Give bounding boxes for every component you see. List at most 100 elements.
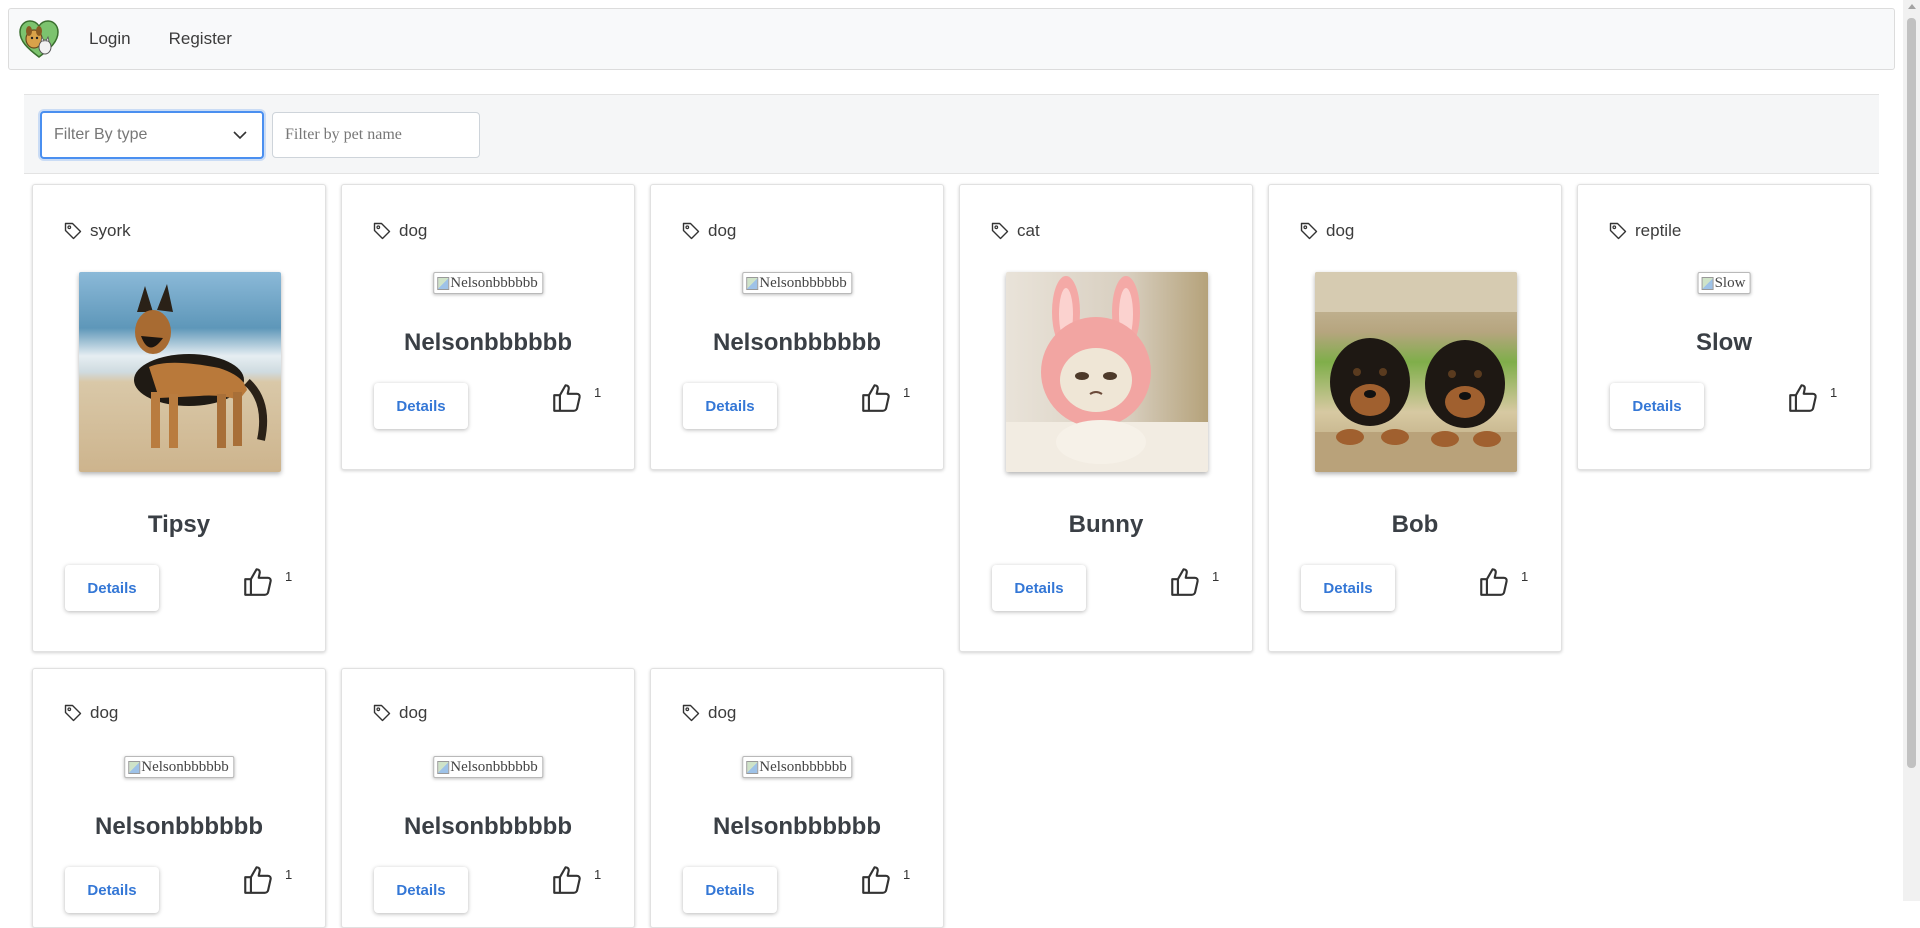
broken-image-alt: Nelsonbbbbbb <box>433 756 543 778</box>
details-button[interactable]: Details <box>1610 383 1704 429</box>
like-count: 1 <box>285 867 293 882</box>
like-button[interactable] <box>859 863 901 903</box>
like-button[interactable] <box>1168 565 1210 605</box>
like-count: 1 <box>1521 569 1529 584</box>
pet-type-label: dog <box>399 703 428 722</box>
pet-logo-icon[interactable] <box>17 17 61 61</box>
tag-icon <box>682 704 700 722</box>
broken-image-alt: Nelsonbbbbbb <box>742 756 852 778</box>
pet-type-tag: dog <box>682 221 736 241</box>
like-count: 1 <box>903 867 911 882</box>
pet-name: Bob <box>1391 511 1439 538</box>
pet-card: dog Nelsonbbbbbb Nelsonbbbbbb Details 1 <box>32 668 326 928</box>
pet-type-label: dog <box>90 703 119 722</box>
like-count: 1 <box>594 867 602 882</box>
pet-name: Nelsonbbbbbb <box>713 329 881 356</box>
pet-type-tag: dog <box>373 703 427 723</box>
tag-icon <box>64 704 82 722</box>
pet-type-label: dog <box>399 221 428 240</box>
thumbs-up-icon <box>1789 384 1817 412</box>
pet-card: dog Bob Details 1 <box>1268 184 1562 652</box>
thumbs-up-icon <box>244 866 272 894</box>
pet-card: cat Bunny Details 1 <box>959 184 1253 652</box>
pet-type-tag: dog <box>373 221 427 241</box>
filter-bar: Filter By type <box>24 94 1879 174</box>
pet-type-label: dog <box>1326 221 1355 240</box>
thumbs-up-icon <box>1171 568 1199 596</box>
thumbs-up-icon <box>553 866 581 894</box>
pet-type-label: dog <box>708 703 737 722</box>
pet-photo <box>1006 272 1208 472</box>
broken-image-alt: Nelsonbbbbbb <box>433 272 543 294</box>
pet-name: Nelsonbbbbbb <box>404 813 572 840</box>
details-button[interactable]: Details <box>65 565 159 611</box>
pet-card: dog Nelsonbbbbbb Nelsonbbbbbb Details 1 <box>650 184 944 470</box>
like-button[interactable] <box>550 863 592 903</box>
details-button[interactable]: Details <box>992 565 1086 611</box>
pet-type-label: syork <box>90 221 131 240</box>
details-button[interactable]: Details <box>374 867 468 913</box>
tag-icon <box>373 704 391 722</box>
like-button[interactable] <box>1786 381 1828 421</box>
details-button[interactable]: Details <box>1301 565 1395 611</box>
pet-card: syork Tipsy Details 1 <box>32 184 326 652</box>
like-button[interactable] <box>859 381 901 421</box>
broken-image-alt: Nelsonbbbbbb <box>124 756 234 778</box>
like-count: 1 <box>1830 385 1838 400</box>
thumbs-up-icon <box>862 866 890 894</box>
pet-card: dog Nelsonbbbbbb Nelsonbbbbbb Details 1 <box>341 184 635 470</box>
tag-icon <box>991 222 1009 240</box>
tag-icon <box>1609 222 1627 240</box>
thumbs-up-icon <box>862 384 890 412</box>
like-count: 1 <box>1212 569 1220 584</box>
tag-icon <box>64 222 82 240</box>
vertical-scrollbar[interactable] <box>1903 0 1920 901</box>
details-button[interactable]: Details <box>683 383 777 429</box>
thumbs-up-icon <box>1480 568 1508 596</box>
chevron-down-icon <box>233 131 247 140</box>
filter-name-input[interactable] <box>272 112 480 158</box>
tag-icon <box>1300 222 1318 240</box>
pet-name: Slow <box>1695 329 1752 356</box>
pet-card: dog Nelsonbbbbbb Nelsonbbbbbb Details 1 <box>341 668 635 928</box>
pet-photo <box>79 272 281 472</box>
thumbs-up-icon <box>553 384 581 412</box>
details-button[interactable]: Details <box>683 867 777 913</box>
pet-name: Nelsonbbbbbb <box>713 813 881 840</box>
pet-type-label: dog <box>708 221 737 240</box>
pet-name: Tipsy <box>147 511 211 538</box>
scrollbar-thumb[interactable] <box>1907 18 1916 768</box>
pet-name: Nelsonbbbbbb <box>404 329 572 356</box>
pet-type-tag: syork <box>64 221 131 241</box>
like-button[interactable] <box>241 863 283 903</box>
pet-type-label: reptile <box>1635 221 1682 240</box>
filter-type-select[interactable]: Filter By type <box>40 111 264 159</box>
pet-type-tag: reptile <box>1609 221 1681 241</box>
like-count: 1 <box>903 385 911 400</box>
pet-name: Nelsonbbbbbb <box>95 813 263 840</box>
tag-icon <box>373 222 391 240</box>
broken-image-alt: Nelsonbbbbbb <box>742 272 852 294</box>
tag-icon <box>682 222 700 240</box>
details-button[interactable]: Details <box>374 383 468 429</box>
pet-type-tag: dog <box>682 703 736 723</box>
pet-type-tag: dog <box>1300 221 1354 241</box>
like-button[interactable] <box>1477 565 1519 605</box>
pet-type-tag: dog <box>64 703 118 723</box>
broken-image-alt: Slow <box>1697 272 1751 294</box>
pet-type-tag: cat <box>991 221 1040 241</box>
pet-type-label: cat <box>1017 221 1040 240</box>
like-button[interactable] <box>550 381 592 421</box>
like-count: 1 <box>594 385 602 400</box>
details-button[interactable]: Details <box>65 867 159 913</box>
pet-photo <box>1315 272 1517 472</box>
pet-card: reptile Slow Slow Details 1 <box>1577 184 1871 470</box>
thumbs-up-icon <box>244 568 272 596</box>
register-link[interactable]: Register <box>169 29 232 49</box>
like-button[interactable] <box>241 565 283 605</box>
scroll-up-arrow-icon[interactable] <box>1908 4 1916 9</box>
login-link[interactable]: Login <box>89 29 131 49</box>
pet-card: dog Nelsonbbbbbb Nelsonbbbbbb Details 1 <box>650 668 944 928</box>
filter-type-placeholder: Filter By type <box>54 126 148 143</box>
navbar: Login Register <box>8 8 1895 70</box>
